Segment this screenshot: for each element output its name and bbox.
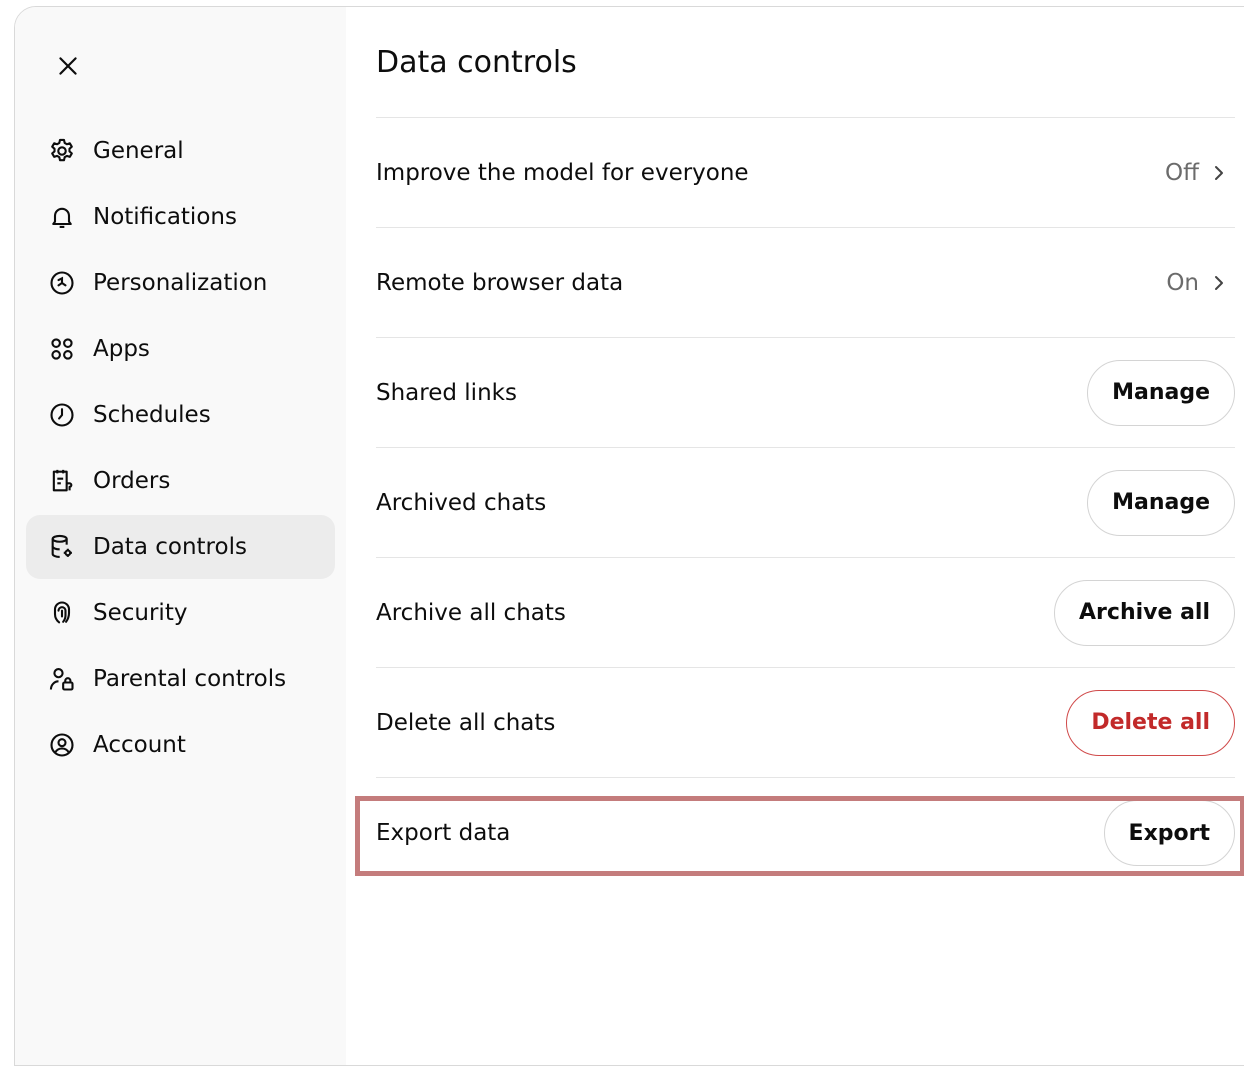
setting-label: Export data [376, 820, 511, 846]
personalization-icon [47, 268, 77, 298]
setting-row-export-data: Export data Export [376, 778, 1235, 888]
setting-row-shared-links: Shared links Manage [376, 338, 1235, 448]
manage-shared-links-button[interactable]: Manage [1087, 359, 1235, 426]
manage-archived-chats-button[interactable]: Manage [1087, 469, 1235, 536]
sidebar-item-account[interactable]: Account [26, 713, 335, 777]
sidebar-item-parental-controls[interactable]: Parental controls [26, 647, 335, 711]
sidebar-item-personalization[interactable]: Personalization [26, 251, 335, 315]
setting-value: On [1166, 269, 1199, 296]
apps-grid-icon [47, 334, 77, 364]
sidebar-item-label: Account [93, 732, 186, 758]
chevron-right-icon [1215, 165, 1223, 180]
sidebar-item-label: Apps [93, 336, 150, 362]
settings-list: Improve the model for everyone Off Remot… [376, 117, 1235, 888]
user-lock-icon [47, 664, 77, 694]
setting-value: Off [1165, 159, 1199, 186]
improve-model-toggle[interactable]: Off [1165, 160, 1235, 186]
bell-icon [47, 202, 77, 232]
gear-icon [47, 136, 77, 166]
close-icon [59, 57, 77, 75]
sidebar-item-label: Notifications [93, 204, 237, 230]
settings-dialog: General Notifications Personalization Ap… [14, 6, 1244, 1066]
sidebar-item-label: Orders [93, 468, 171, 494]
receipt-icon [47, 466, 77, 496]
sidebar-item-label: General [93, 138, 184, 164]
setting-label: Archived chats [376, 489, 547, 516]
clock-icon [47, 400, 77, 430]
sidebar-item-label: Personalization [93, 270, 268, 296]
account-circle-icon [47, 730, 77, 760]
sidebar-item-label: Data controls [93, 534, 247, 560]
delete-all-button[interactable]: Delete all [1066, 689, 1235, 756]
sidebar-item-label: Schedules [93, 402, 211, 428]
fingerprint-icon [47, 598, 77, 628]
sidebar-item-security[interactable]: Security [26, 581, 335, 645]
archive-all-button[interactable]: Archive all [1054, 579, 1235, 646]
setting-label: Archive all chats [376, 599, 566, 626]
sidebar-item-general[interactable]: General [26, 119, 335, 183]
setting-row-remote-browser-data: Remote browser data On [376, 228, 1235, 338]
close-button[interactable] [53, 51, 83, 81]
setting-row-archived-chats: Archived chats Manage [376, 448, 1235, 558]
setting-row-delete-all-chats: Delete all chats Delete all [376, 668, 1235, 778]
sidebar-item-label: Security [93, 600, 188, 626]
sidebar-item-notifications[interactable]: Notifications [26, 185, 335, 249]
setting-row-archive-all-chats: Archive all chats Archive all [376, 558, 1235, 668]
sidebar-item-schedules[interactable]: Schedules [26, 383, 335, 447]
setting-label: Delete all chats [376, 709, 556, 736]
sidebar-item-orders[interactable]: Orders [26, 449, 335, 513]
export-button[interactable]: Export [1103, 800, 1235, 866]
setting-row-improve-model: Improve the model for everyone Off [376, 118, 1235, 228]
chevron-right-icon [1215, 275, 1223, 290]
database-gear-icon [47, 532, 77, 562]
remote-browser-data-toggle[interactable]: On [1166, 270, 1235, 296]
sidebar-item-label: Parental controls [93, 666, 287, 692]
settings-nav: General Notifications Personalization Ap… [26, 119, 335, 779]
sidebar-item-data-controls[interactable]: Data controls [26, 515, 335, 579]
setting-label: Remote browser data [376, 269, 624, 296]
settings-sidebar: General Notifications Personalization Ap… [15, 7, 346, 1065]
setting-label: Shared links [376, 379, 517, 406]
page-title: Data controls [376, 45, 577, 80]
setting-label: Improve the model for everyone [376, 159, 749, 186]
sidebar-item-apps[interactable]: Apps [26, 317, 335, 381]
